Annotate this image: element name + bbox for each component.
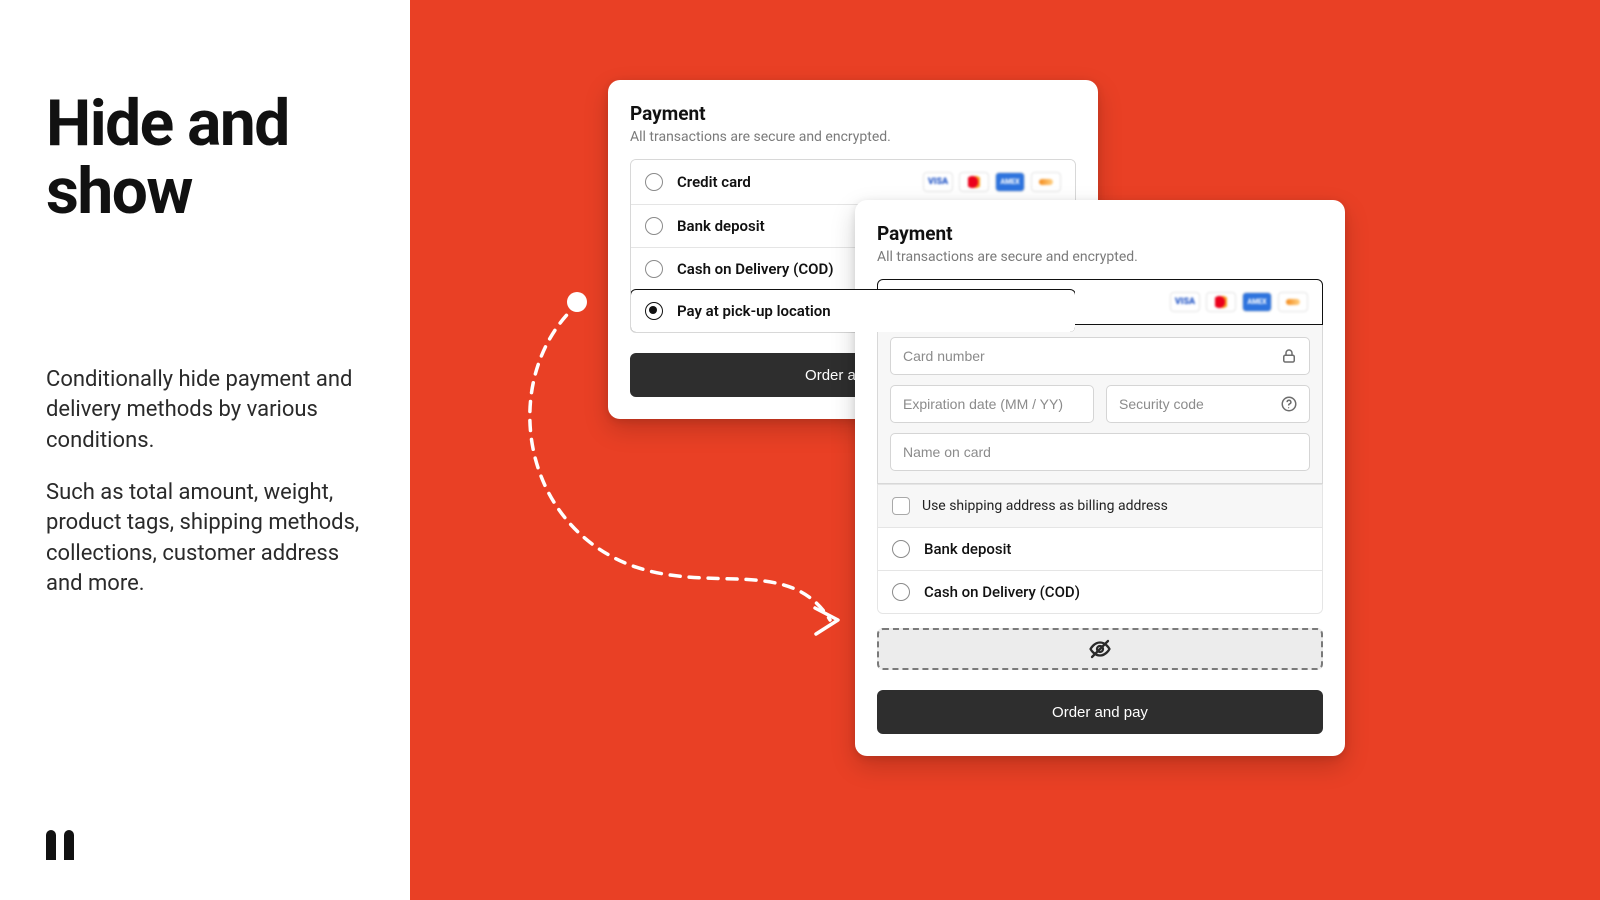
description-para: Such as total amount, weight, product ta…: [46, 478, 366, 599]
card-number-input[interactable]: [890, 337, 1310, 375]
help-icon[interactable]: [1280, 395, 1298, 413]
payment-method-pickup[interactable]: Pay at pick-up location: [630, 289, 1076, 333]
method-label: Bank deposit: [924, 540, 1011, 558]
eye-off-icon: [1088, 637, 1112, 661]
title-line: show: [46, 158, 289, 226]
card-heading: Payment: [877, 222, 1323, 245]
discover-icon: [1278, 292, 1308, 312]
mastercard-icon: [959, 172, 989, 192]
card-number-field: [890, 337, 1310, 375]
method-label: Pay at pick-up location: [677, 302, 831, 320]
amex-icon: AMEX: [1242, 292, 1272, 312]
other-methods-list: Bank deposit Cash on Delivery (COD): [877, 528, 1323, 614]
card-form: [877, 325, 1323, 484]
name-on-card-input[interactable]: [890, 433, 1310, 471]
description: Conditionally hide payment and delivery …: [46, 365, 366, 600]
card-brand-row: VISA AMEX: [923, 172, 1061, 192]
hidden-method-placeholder: [877, 628, 1323, 670]
card-subtitle: All transactions are secure and encrypte…: [877, 249, 1323, 265]
cvc-field: [1106, 385, 1310, 423]
visa-icon: VISA: [1170, 292, 1200, 312]
checkbox-icon: [892, 497, 910, 515]
discover-icon: [1031, 172, 1061, 192]
radio-icon: [645, 260, 663, 278]
method-label: Cash on Delivery (COD): [677, 260, 834, 278]
payment-method-credit-card[interactable]: Credit card VISA AMEX: [631, 160, 1075, 204]
amex-icon: AMEX: [995, 172, 1025, 192]
card-subtitle: All transactions are secure and encrypte…: [630, 129, 1076, 145]
billing-same-as-shipping[interactable]: Use shipping address as billing address: [877, 484, 1323, 528]
payment-method-bank-deposit[interactable]: Bank deposit: [878, 528, 1322, 570]
lock-icon: [1280, 347, 1298, 365]
radio-icon: [645, 217, 663, 235]
method-label: Bank deposit: [677, 217, 765, 235]
card-brand-row: VISA AMEX: [1170, 292, 1308, 312]
method-label: Credit card: [677, 173, 751, 191]
page-title: Hide and show: [46, 90, 289, 226]
radio-icon: [645, 173, 663, 191]
connector-start-dot: [567, 292, 587, 312]
expiry-field: [890, 385, 1094, 423]
radio-icon: [892, 583, 910, 601]
description-para: Conditionally hide payment and delivery …: [46, 365, 366, 456]
radio-icon: [892, 540, 910, 558]
payment-card-after: Payment All transactions are secure and …: [855, 200, 1345, 756]
mastercard-icon: [1206, 292, 1236, 312]
title-line: Hide and: [46, 90, 289, 158]
card-heading: Payment: [630, 102, 1076, 125]
order-and-pay-button[interactable]: Order and pay: [877, 690, 1323, 734]
radio-icon: [645, 302, 663, 320]
expiry-input[interactable]: [890, 385, 1094, 423]
brand-logo: [46, 830, 74, 860]
visa-icon: VISA: [923, 172, 953, 192]
payment-method-cod[interactable]: Cash on Delivery (COD): [878, 570, 1322, 613]
billing-checkbox-label: Use shipping address as billing address: [922, 498, 1168, 514]
method-label: Cash on Delivery (COD): [924, 583, 1080, 601]
name-on-card-field: [890, 433, 1310, 471]
